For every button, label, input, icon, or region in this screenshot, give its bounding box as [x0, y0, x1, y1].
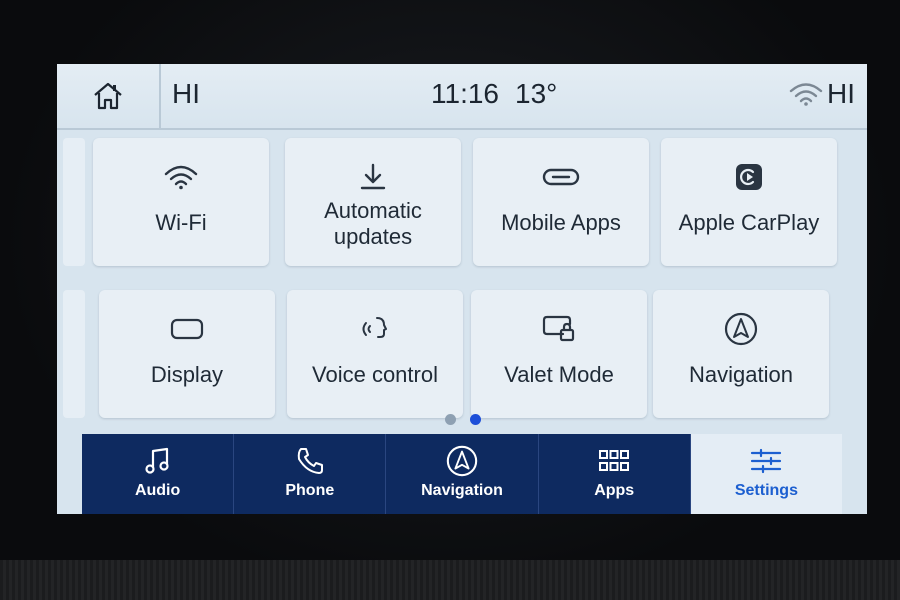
home-button[interactable] [57, 64, 161, 128]
infotainment-screen: HI 11:16 13° HI Wi-Fi Automatic updates … [57, 64, 867, 514]
nav-audio[interactable]: Audio [82, 434, 235, 514]
download-icon [360, 163, 386, 190]
tile-display[interactable]: Display [99, 290, 275, 418]
tile-label: Voice control [312, 362, 438, 387]
nav-apps[interactable]: Apps [538, 434, 691, 514]
page-dot-2[interactable] [470, 414, 481, 425]
previous-page-tile-edge[interactable] [63, 138, 85, 266]
navigation-icon [446, 445, 478, 477]
wifi-icon [164, 165, 198, 190]
tile-voice-control[interactable]: Voice control [287, 290, 463, 418]
tile-label: Valet Mode [504, 362, 614, 387]
page-indicator [445, 414, 481, 425]
nav-label: Apps [594, 482, 635, 499]
clock: 11:16 [431, 78, 499, 109]
tile-label: Mobile Apps [501, 210, 621, 235]
page-dot-1[interactable] [445, 414, 456, 425]
carplay-icon [736, 164, 762, 190]
nav-label: Settings [734, 482, 798, 499]
wifi-status-icon [789, 82, 823, 106]
sliders-icon [751, 448, 782, 474]
dashboard-trim [0, 560, 900, 600]
valet-lock-icon [542, 315, 575, 342]
phone-icon [297, 448, 323, 474]
tile-valet-mode[interactable]: Valet Mode [471, 290, 647, 418]
voice-icon [362, 317, 387, 338]
tile-apple-carplay[interactable]: Apple CarPlay [661, 138, 837, 266]
status-hi-right: HI [827, 78, 855, 109]
tile-label: Display [150, 362, 224, 387]
tile-label: Apple CarPlay [678, 210, 820, 235]
nav-navigation[interactable]: Navigation [386, 434, 539, 514]
tile-wifi[interactable]: Wi-Fi [93, 138, 269, 266]
nav-label: Navigation [421, 482, 503, 499]
nav-label: Phone [285, 482, 335, 499]
apps-grid-icon [599, 450, 630, 471]
nav-label: Audio [134, 482, 181, 499]
outside-temperature: 13° [515, 78, 558, 109]
tile-label: Wi-Fi [155, 210, 207, 235]
home-icon [94, 82, 122, 110]
tile-mobile-apps[interactable]: Mobile Apps [473, 138, 649, 266]
previous-page-tile-edge[interactable] [63, 290, 85, 418]
nav-phone[interactable]: Phone [234, 434, 387, 514]
tile-automatic-updates[interactable]: Automatic updates [285, 138, 461, 266]
tile-label: Automatic updates [324, 198, 422, 249]
tile-navigation[interactable]: Navigation [653, 290, 829, 418]
tile-label: Navigation [689, 362, 793, 387]
bottom-navigation: Audio Phone Navigation Apps Settings [82, 434, 843, 514]
link-icon [542, 168, 580, 186]
display-icon [170, 318, 204, 340]
settings-grid: Wi-Fi Automatic updates Mobile Apps Appl… [57, 130, 867, 434]
nav-settings[interactable]: Settings [690, 434, 843, 514]
connectivity-status: HI [789, 78, 855, 110]
music-note-icon [144, 447, 169, 474]
navigation-icon [724, 312, 758, 346]
status-bar: HI 11:16 13° HI [57, 64, 867, 130]
status-hi-left: HI [172, 78, 200, 109]
